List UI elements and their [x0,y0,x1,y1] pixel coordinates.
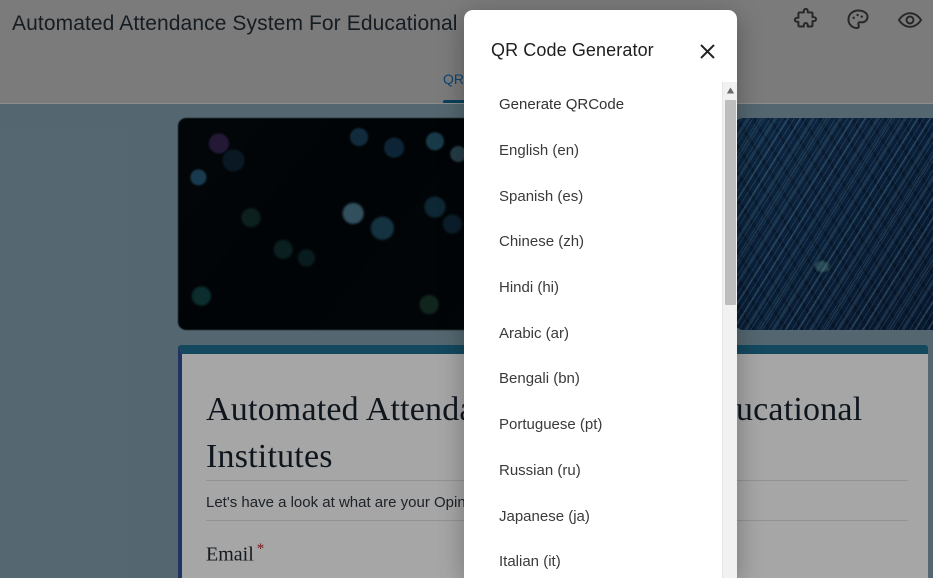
language-list-item[interactable]: Italian (it) [464,539,722,578]
language-list-item[interactable]: Bengali (bn) [464,356,722,402]
language-list-item[interactable]: Chinese (zh) [464,219,722,265]
modal-scrollbar[interactable] [722,82,737,578]
language-list-item[interactable]: Hindi (hi) [464,265,722,311]
qr-code-generator-modal: QR Code Generator Generate QRCode English… [464,10,737,578]
generate-qrcode-item[interactable]: Generate QRCode [464,82,722,128]
close-icon[interactable] [694,38,720,64]
language-list-item[interactable]: Russian (ru) [464,448,722,494]
modal-title: QR Code Generator [491,40,654,60]
app-page: Automated Attendance System For Educatio… [0,0,933,578]
scrollbar-thumb[interactable] [725,100,736,305]
language-list-item[interactable]: Japanese (ja) [464,493,722,539]
scroll-up-arrow-icon[interactable] [723,82,737,98]
language-list-item[interactable]: Spanish (es) [464,173,722,219]
language-option-list[interactable]: Generate QRCode English (en) Spanish (es) C… [464,82,722,578]
language-list-item[interactable]: English (en) [464,128,722,174]
language-list-item[interactable]: Arabic (ar) [464,310,722,356]
language-list-item[interactable]: Portuguese (pt) [464,402,722,448]
